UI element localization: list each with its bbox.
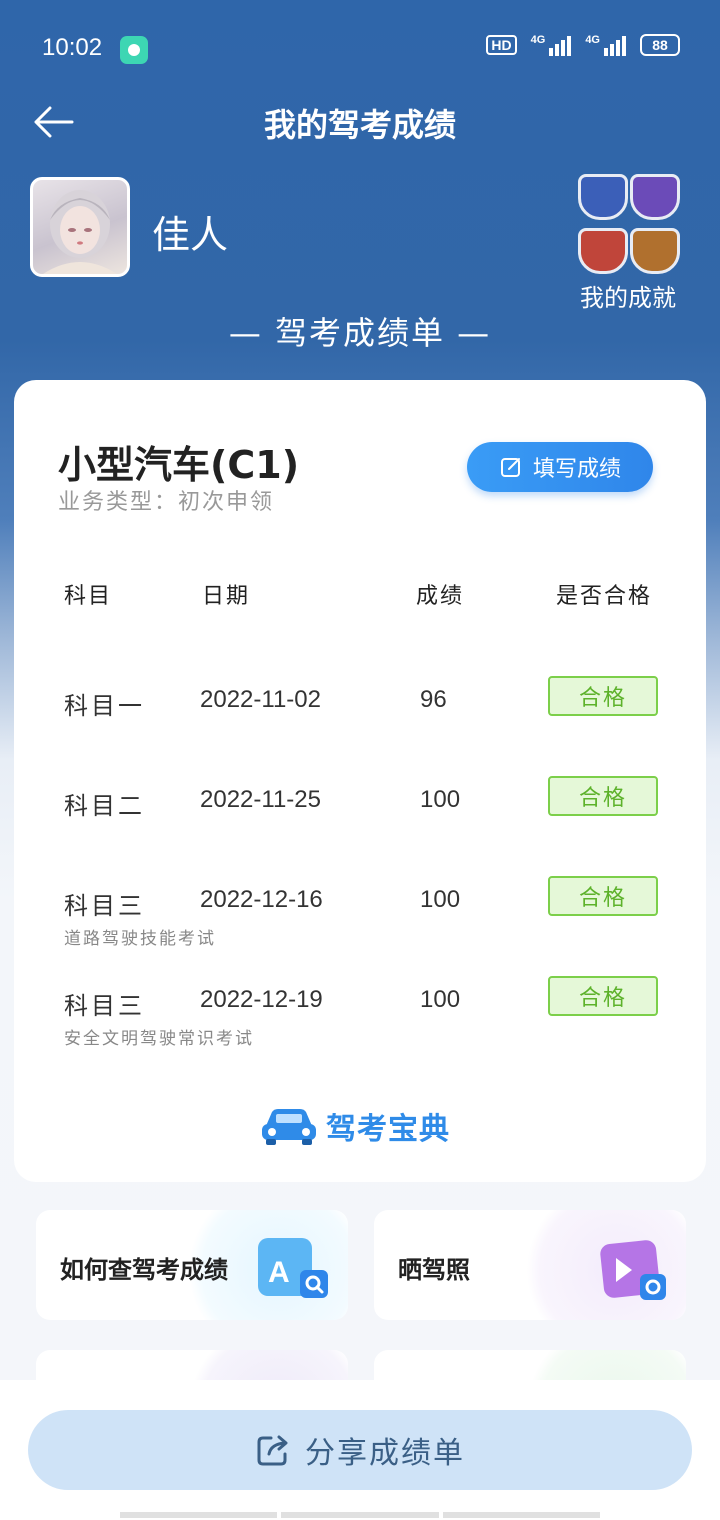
- search-document-icon: A: [258, 1238, 328, 1298]
- date-cell: 2022-11-02: [200, 686, 321, 713]
- app-notification-icon: [120, 36, 148, 64]
- signal-icon-1: 4G: [531, 34, 572, 56]
- business-type: 业务类型：初次申领: [58, 490, 275, 515]
- photo-share-icon: [600, 1240, 666, 1300]
- medal-icon: [630, 228, 680, 274]
- share-scorecard-button[interactable]: 分享成绩单: [28, 1410, 692, 1490]
- pass-badge: 合格: [548, 876, 658, 916]
- status-bar: 10:02 HD 4G 4G 88: [0, 0, 720, 96]
- subject-cell: 科目一: [64, 692, 145, 720]
- subject-note: 安全文明驾驶常识考试: [64, 1029, 254, 1049]
- feature-label: 如何查驾考成绩: [60, 1256, 228, 1284]
- fill-score-button[interactable]: 填写成绩: [467, 442, 653, 492]
- brand-logo: 驾考宝典: [260, 1104, 450, 1148]
- status-time: 10:02: [42, 34, 103, 61]
- feature-label: 晒驾照: [398, 1256, 470, 1284]
- medal-icon: [578, 228, 628, 274]
- signal-icon-2: 4G: [585, 34, 626, 56]
- page-title: 我的驾考成绩: [263, 106, 456, 144]
- score-cell: 100: [420, 786, 461, 813]
- show-license-card[interactable]: 晒驾照: [374, 1210, 686, 1320]
- share-icon: [257, 1435, 288, 1466]
- medal-icon: [630, 174, 680, 220]
- bottom-bar: 分享成绩单: [0, 1380, 720, 1520]
- brand-name: 驾考宝典: [326, 1112, 450, 1147]
- table-row: 科目一 2022-11-02 96 合格: [14, 676, 706, 766]
- status-icons: HD 4G 4G 88: [486, 34, 680, 56]
- table-row: 科目二 2022-11-25 100 合格: [14, 776, 706, 866]
- avatar[interactable]: [30, 177, 130, 277]
- subject-cell: 科目三: [64, 992, 145, 1020]
- pass-badge: 合格: [548, 776, 658, 816]
- table-row: 科目三 2022-12-16 100 合格 道路驾驶技能考试: [14, 876, 706, 966]
- pass-badge: 合格: [548, 676, 658, 716]
- vehicle-type: 小型汽车(C1): [58, 443, 300, 487]
- car-logo-icon: [262, 1109, 316, 1145]
- gesture-bar: [120, 1512, 600, 1518]
- score-cell: 96: [420, 686, 447, 713]
- hd-voice-icon: HD: [486, 35, 517, 55]
- svg-text:A: A: [268, 1256, 290, 1289]
- column-score: 成绩: [416, 584, 465, 609]
- edit-icon: [500, 458, 520, 477]
- column-pass: 是否合格: [556, 584, 653, 609]
- battery-icon: 88: [640, 34, 680, 56]
- column-date: 日期: [202, 584, 251, 609]
- share-label: 分享成绩单: [305, 1436, 465, 1471]
- date-cell: 2022-12-16: [200, 886, 323, 913]
- table-row: 科目三 2022-12-19 100 合格 安全文明驾驶常识考试: [14, 976, 706, 1066]
- fill-score-label: 填写成绩: [532, 457, 621, 482]
- pass-badge: 合格: [548, 976, 658, 1016]
- user-name: 佳人: [152, 213, 229, 257]
- score-cell: 100: [420, 886, 461, 913]
- achievements[interactable]: 我的成就: [568, 172, 688, 312]
- how-to-check-score-card[interactable]: 如何查驾考成绩 A: [36, 1210, 348, 1320]
- date-cell: 2022-12-19: [200, 986, 323, 1013]
- subject-cell: 科目二: [64, 792, 145, 820]
- scorecard: 小型汽车(C1) 业务类型：初次申领 填写成绩 科目 日期 成绩 是否合格 科目…: [14, 380, 706, 1182]
- medal-icon: [578, 174, 628, 220]
- subject-cell: 科目三: [64, 892, 145, 920]
- score-cell: 100: [420, 986, 461, 1013]
- subject-note: 道路驾驶技能考试: [64, 929, 216, 949]
- scorecard-banner: — 驾考成绩单 —: [228, 314, 492, 352]
- column-subject: 科目: [64, 584, 113, 609]
- date-cell: 2022-11-25: [200, 786, 321, 813]
